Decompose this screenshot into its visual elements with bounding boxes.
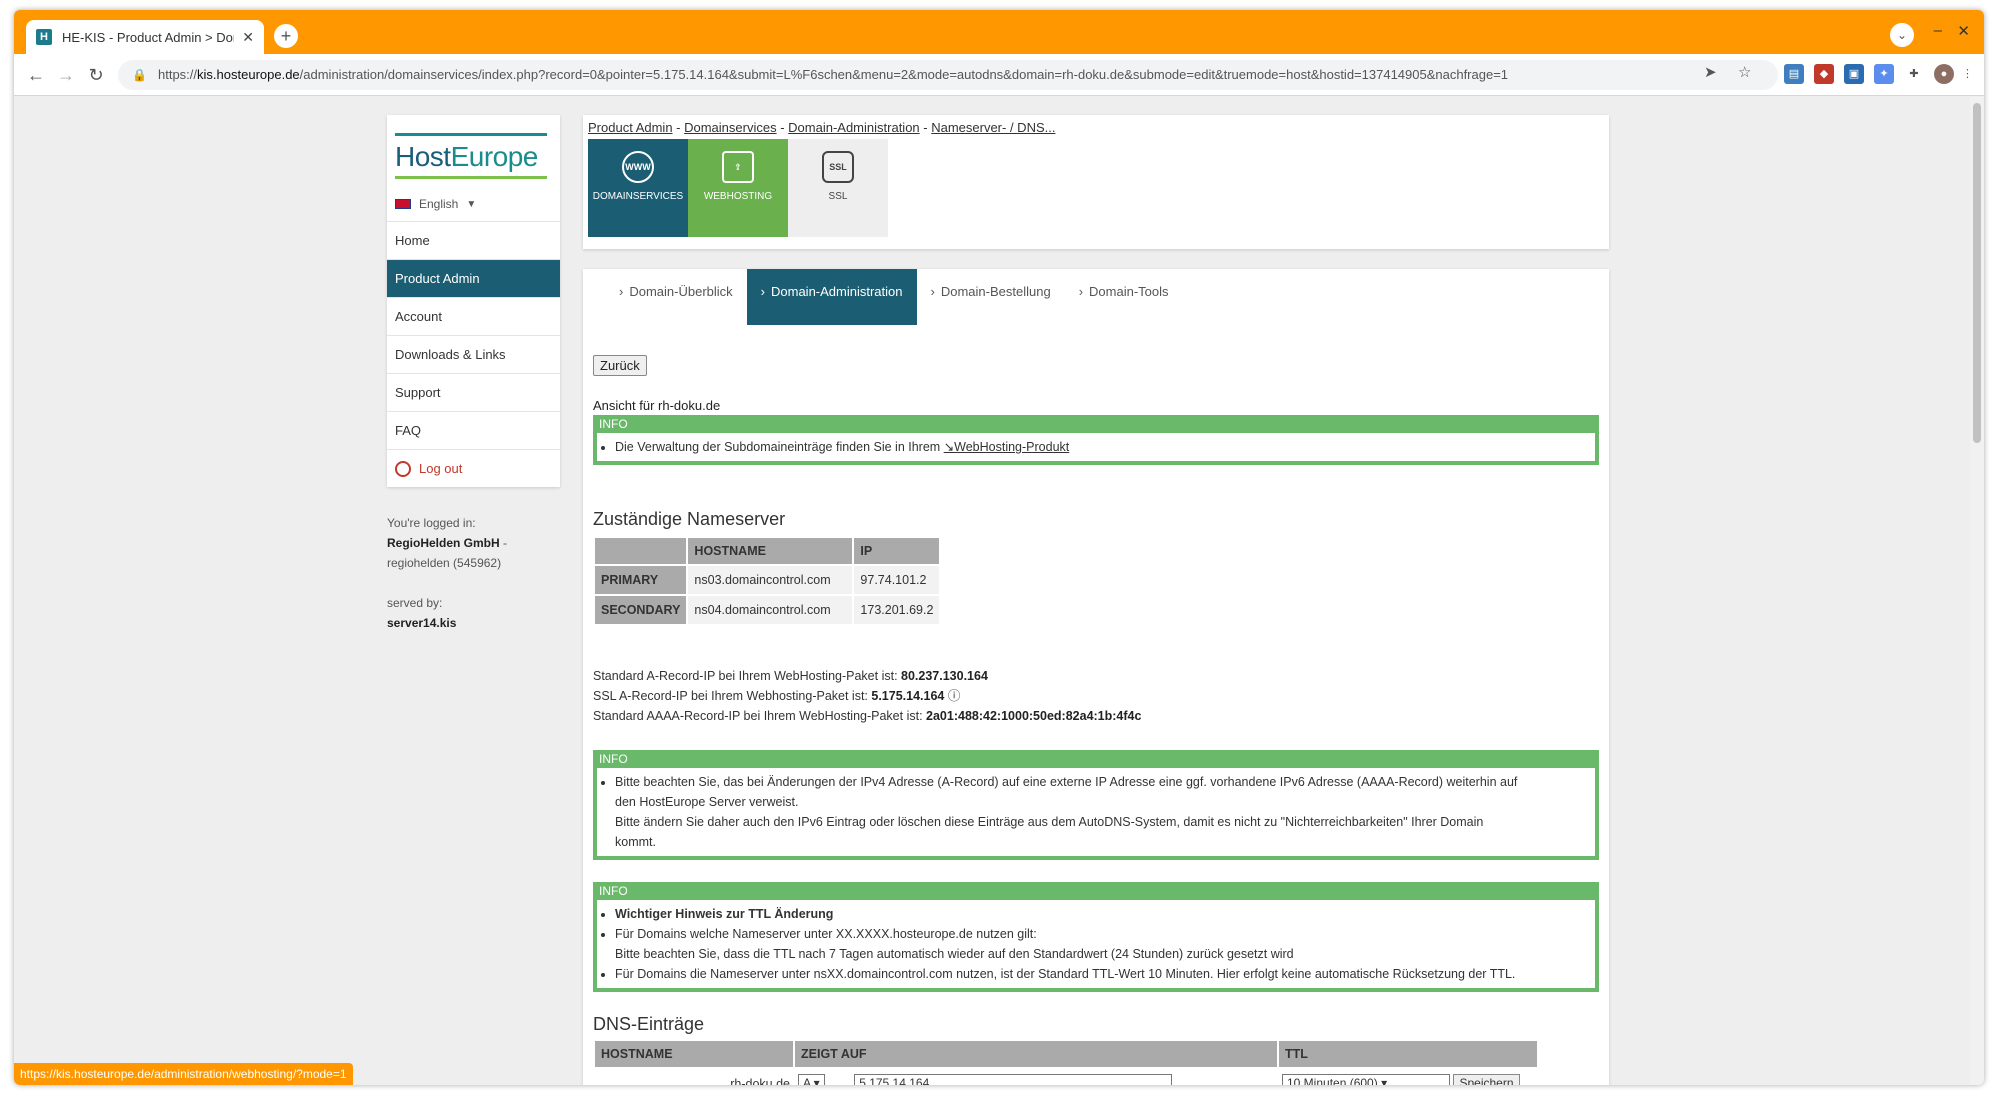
logout-link[interactable]: Log out: [387, 449, 560, 487]
language-label: English: [419, 197, 459, 211]
url-path: /administration/domainservices/index.php…: [299, 67, 1509, 82]
a-record-info: Standard A-Record-IP bei Ihrem WebHostin…: [593, 669, 1142, 723]
browser-toolbar: ← → ↻ 🔒 https://kis.hosteurope.de/admini…: [14, 54, 1984, 96]
upload-screen-icon: ⇪: [722, 151, 754, 183]
new-tab-button[interactable]: +: [274, 24, 298, 48]
back-arrow-icon[interactable]: ←: [24, 63, 48, 87]
table-row: PRIMARY ns03.domaincontrol.com 97.74.101…: [592, 564, 942, 596]
login-info: You're logged in: RegioHelden GmbH - reg…: [387, 513, 560, 633]
sidebar-item-account[interactable]: Account: [387, 297, 560, 335]
record-value-input[interactable]: 5.175.14.164: [854, 1073, 1173, 1085]
breadcrumb-nameserver-dns[interactable]: Nameserver- / DNS...: [931, 120, 1055, 135]
profile-avatar[interactable]: ●: [1934, 64, 1954, 84]
extension-shield-icon[interactable]: ◆: [1814, 64, 1834, 84]
info-head: INFO: [597, 415, 1595, 433]
server-name: server14.kis: [387, 616, 457, 630]
address-bar[interactable]: 🔒 https://kis.hosteurope.de/administrati…: [118, 60, 1778, 90]
caret-down-icon: ▼: [466, 198, 477, 210]
chevron-right-icon: ›: [619, 284, 624, 299]
extension-bird-icon[interactable]: ✦: [1874, 64, 1894, 84]
bookmark-star-icon[interactable]: ☆: [1738, 63, 1751, 81]
logout-icon: [395, 460, 411, 477]
view-for-label: Ansicht für rh-doku.de: [593, 398, 721, 413]
table-row: .rh-doku.de A ▾ 5.175.14.164 10 Minuten …: [594, 1068, 1538, 1085]
extension-icon[interactable]: ▤: [1784, 64, 1804, 84]
user-id: regiohelden (545962): [387, 556, 502, 570]
chevron-right-icon: ›: [760, 284, 765, 299]
url-prefix: https://: [158, 67, 198, 82]
tab-domain-ueberblick[interactable]: › Domain-Überblick: [605, 269, 747, 325]
tab-domain-bestellung[interactable]: › Domain-Bestellung: [917, 269, 1065, 325]
chevron-right-icon: ›: [930, 284, 935, 299]
nameserver-table: HOSTNAME IP PRIMARY ns03.domaincontrol.c…: [592, 536, 942, 626]
tab-search-icon[interactable]: ⌄: [1890, 23, 1914, 47]
logout-label: Log out: [419, 460, 463, 476]
menu-kebab-icon[interactable]: ⋮: [1962, 64, 1973, 84]
close-window-icon[interactable]: ✕: [1957, 22, 1970, 40]
tab-domain-administration[interactable]: › Domain-Administration: [746, 269, 917, 325]
sidebar-item-downloads-links[interactable]: Downloads & Links: [387, 335, 560, 373]
close-tab-icon[interactable]: ✕: [242, 29, 254, 46]
tab-title: HE-KIS - Product Admin > Dom: [62, 29, 235, 45]
extensions-puzzle-icon[interactable]: ✚: [1904, 64, 1924, 84]
served-by-label: served by:: [387, 596, 443, 610]
subtabs: › Domain-Überblick › Domain-Administration…: [587, 269, 1605, 325]
sidebar-item-faq[interactable]: FAQ: [387, 411, 560, 449]
web-page: HostEurope English ▼ Home Product Admin …: [14, 97, 1970, 1085]
tile-webhosting[interactable]: ⇪ WEBHOSTING: [688, 139, 788, 237]
sidebar-item-support[interactable]: Support: [387, 373, 560, 411]
info-box-ttl: INFO Wichtiger Hinweis zur TTL Änderung …: [593, 882, 1599, 992]
dns-table: HOSTNAME ZEIGT AUF TTL .rh-doku.de A ▾ 5…: [593, 1039, 1539, 1085]
forward-arrow-icon[interactable]: →: [54, 63, 78, 87]
info-circle-icon[interactable]: ⓘ: [948, 689, 961, 703]
save-button[interactable]: Speichern: [1453, 1073, 1520, 1085]
uk-flag-icon: [395, 199, 411, 209]
reload-icon[interactable]: ↻: [84, 63, 108, 87]
tab-strip: H HE-KIS - Product Admin > Dom ✕ + ⌄ – ✕: [14, 10, 1984, 54]
language-selector[interactable]: English ▼: [387, 187, 560, 221]
info-box-ipv6: INFO Bitte beachten Sie, das bei Änderun…: [593, 750, 1599, 860]
tile-domainservices[interactable]: WWW DOMAINSERVICES: [588, 139, 688, 237]
favicon-icon: H: [36, 29, 52, 45]
send-icon[interactable]: ➤: [1704, 63, 1717, 81]
browser-window: H HE-KIS - Product Admin > Dom ✕ + ⌄ – ✕…: [14, 10, 1984, 1085]
chevron-right-icon: ›: [1078, 284, 1084, 299]
ttl-select[interactable]: 10 Minuten (600) ▾: [1282, 1073, 1450, 1085]
product-tiles: WWW DOMAINSERVICES ⇪ WEBHOSTING SSL SSL: [588, 139, 1604, 237]
main-content: Product Admin - Domainservices - Domain-…: [583, 115, 1609, 1085]
breadcrumb: Product Admin - Domainservices - Domain-…: [588, 120, 1056, 135]
info-box-subdomains: INFO Die Verwaltung der Subdomaineinträg…: [593, 415, 1599, 465]
browser-tab[interactable]: H HE-KIS - Product Admin > Dom ✕: [26, 20, 264, 54]
record-type-select[interactable]: A ▾: [798, 1073, 825, 1085]
scrollbar-thumb[interactable]: [1973, 103, 1981, 443]
ssl-shield-icon: SSL: [822, 151, 854, 183]
sidebar-item-product-admin[interactable]: Product Admin: [387, 259, 560, 297]
sidebar-item-home[interactable]: Home: [387, 221, 560, 259]
breadcrumb-domainservices[interactable]: Domainservices: [684, 120, 776, 135]
breadcrumb-product-admin[interactable]: Product Admin: [588, 120, 673, 135]
status-bar-url: https://kis.hosteurope.de/administration…: [14, 1063, 353, 1085]
dns-title: DNS-Einträge: [593, 1014, 705, 1034]
sidebar-box: HostEurope English ▼ Home Product Admin …: [387, 115, 560, 487]
www-globe-icon: WWW: [622, 151, 654, 183]
domain-admin-panel: › Domain-Überblick › Domain-Administration…: [583, 269, 1609, 1085]
url-domain: kis.hosteurope.de: [197, 67, 300, 82]
page-scrollbar[interactable]: [1970, 97, 1984, 1085]
extension-badge-icon[interactable]: ▣: [1844, 64, 1864, 84]
table-row: SECONDARY ns04.domaincontrol.com 173.201…: [592, 594, 942, 626]
company-name: RegioHelden GmbH: [387, 536, 500, 550]
tab-domain-tools[interactable]: › Domain-Tools: [1065, 269, 1183, 325]
lock-icon: 🔒: [132, 68, 147, 82]
nameserver-title: Zuständige Nameserver: [593, 509, 786, 529]
tile-ssl[interactable]: SSL SSL: [788, 139, 888, 237]
webhosting-product-link[interactable]: ↘WebHosting-Produkt: [944, 440, 1070, 454]
product-header: Product Admin - Domainservices - Domain-…: [583, 115, 1609, 249]
hosteurope-logo[interactable]: HostEurope: [387, 115, 560, 187]
back-button[interactable]: Zurück: [593, 355, 647, 376]
breadcrumb-domain-administration[interactable]: Domain-Administration: [788, 120, 920, 135]
logged-in-label: You're logged in:: [387, 516, 476, 530]
left-sidebar: HostEurope English ▼ Home Product Admin …: [387, 115, 560, 633]
minimize-icon[interactable]: –: [1934, 22, 1942, 39]
